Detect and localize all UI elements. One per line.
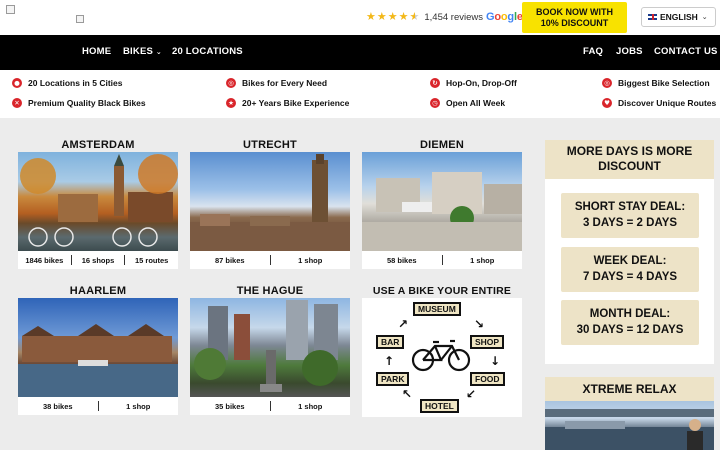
location-stats: 1846 bikes 16 shops 15 routes xyxy=(25,255,169,265)
chevron-down-icon: ⌄ xyxy=(701,13,708,21)
discount-title: MORE DAYS IS MORE DISCOUNT xyxy=(545,140,714,179)
location-stats: 38 bikes 1 shop xyxy=(42,401,151,411)
haarlem-photo xyxy=(18,298,178,397)
feature-item: ★ 20+ Years Bike Experience xyxy=(226,98,349,108)
arrow-icon: ↘ xyxy=(474,317,485,331)
feature-item: ♥ Discover Unique Routes xyxy=(602,98,716,108)
feature-item: ↻ Hop-On, Drop-Off xyxy=(430,78,517,88)
nav-contact[interactable]: CONTACT US xyxy=(654,46,718,57)
diemen-photo xyxy=(362,152,522,251)
google-rating[interactable]: ★ ★ ★ ★ ★ 1,454 reviews Google xyxy=(366,10,523,24)
food-label: FOOD xyxy=(470,372,505,386)
arrow-icon: ↑ xyxy=(384,354,395,368)
star-icon: ★ xyxy=(387,10,398,23)
star-badge-icon: ★ xyxy=(226,98,236,108)
nav-locations[interactable]: 20 LOCATIONS xyxy=(172,46,243,57)
bike-usage-card[interactable]: MUSEUM SHOP FOOD HOTEL PARK BAR ↗ ↘ ↓ ↙ … xyxy=(362,298,522,417)
location-card-diemen[interactable]: 58 bikes 1 shop xyxy=(362,152,522,269)
reviews-count: 1,454 reviews xyxy=(424,11,483,23)
nav-faq[interactable]: FAQ xyxy=(583,46,603,57)
short-stay-deal[interactable]: SHORT STAY DEAL: 3 DAYS = 2 DAYS xyxy=(561,193,699,238)
arrow-icon: ↖ xyxy=(402,387,413,401)
museum-label: MUSEUM xyxy=(413,302,461,316)
location-card-utrecht[interactable]: 87 bikes 1 shop xyxy=(190,152,350,269)
nav-bikes[interactable]: BIKES ⌄ xyxy=(123,46,162,57)
heart-icon: ♥ xyxy=(602,98,612,108)
bike-icon: ◎ xyxy=(226,78,236,88)
bike-selection-icon: ◎ xyxy=(602,78,612,88)
bicycle-icon xyxy=(411,339,471,372)
xtreme-relax-card[interactable]: XTREME RELAX xyxy=(545,377,714,450)
location-card-amsterdam[interactable]: 1846 bikes 16 shops 15 routes xyxy=(18,152,178,269)
tools-icon: ✕ xyxy=(12,98,22,108)
location-stats: 58 bikes 1 shop xyxy=(386,255,495,265)
shop-label: SHOP xyxy=(470,335,505,349)
refresh-icon: ↻ xyxy=(430,78,440,88)
location-card-haarlem[interactable]: 38 bikes 1 shop xyxy=(18,298,178,415)
hotel-label: HOTEL xyxy=(420,399,459,413)
week-deal[interactable]: WEEK DEAL: 7 DAYS = 4 DAYS xyxy=(561,247,699,292)
month-deal[interactable]: MONTH DEAL: 30 DAYS = 12 DAYS xyxy=(561,300,699,345)
arrow-icon: ↙ xyxy=(466,387,477,401)
secondary-logo-image xyxy=(76,15,84,23)
location-title-the-hague[interactable]: THE HAGUE xyxy=(190,285,350,297)
discount-panel: MORE DAYS IS MORE DISCOUNT SHORT STAY DE… xyxy=(545,140,714,364)
main-nav: HOME BIKES ⌄ 20 LOCATIONS FAQ JOBS CONTA… xyxy=(0,35,720,70)
feature-item: ◎ Bikes for Every Need xyxy=(226,78,327,88)
utrecht-photo xyxy=(190,152,350,251)
star-icon: ★ xyxy=(376,10,387,23)
bar-label: BAR xyxy=(376,335,405,349)
half-star-icon: ★ xyxy=(409,10,420,23)
location-title-haarlem[interactable]: HAARLEM xyxy=(18,285,178,297)
star-icon: ★ xyxy=(398,10,409,23)
location-title-amsterdam[interactable]: AMSTERDAM xyxy=(18,139,178,151)
clock-icon: ◷ xyxy=(430,98,440,108)
features-strip: ● 20 Locations in 5 Cities ◎ Bikes for Eve… xyxy=(0,70,720,118)
star-icon: ★ xyxy=(366,10,376,23)
location-title-diemen[interactable]: DIEMEN xyxy=(362,139,522,151)
feature-item: ◷ Open All Week xyxy=(430,98,505,108)
top-bar: ★ ★ ★ ★ ★ 1,454 reviews Google BOOK NOW … xyxy=(0,0,720,35)
xtreme-relax-photo xyxy=(545,401,714,450)
park-label: PARK xyxy=(376,372,410,386)
nav-home[interactable]: HOME xyxy=(82,46,111,57)
location-card-the-hague[interactable]: 35 bikes 1 shop xyxy=(190,298,350,415)
chevron-down-icon: ⌄ xyxy=(155,48,162,56)
location-pin-icon: ● xyxy=(12,78,22,88)
language-selector[interactable]: ENGLISH ⌄ xyxy=(641,7,716,27)
feature-item: ◎ Biggest Bike Selection xyxy=(602,78,710,88)
the-hague-photo xyxy=(190,298,350,397)
google-logo: Google xyxy=(486,11,523,23)
language-label: ENGLISH xyxy=(660,12,698,22)
feature-item: ● 20 Locations in 5 Cities xyxy=(12,78,122,88)
location-stats: 87 bikes 1 shop xyxy=(214,255,323,265)
logo-image[interactable] xyxy=(6,5,15,14)
arrow-icon: ↓ xyxy=(490,354,501,368)
amsterdam-photo xyxy=(18,152,178,251)
book-now-button[interactable]: BOOK NOW WITH 10% DISCOUNT xyxy=(522,2,627,33)
xtreme-relax-title: XTREME RELAX xyxy=(545,377,714,401)
feature-item: ✕ Premium Quality Black Bikes xyxy=(12,98,146,108)
location-stats: 35 bikes 1 shop xyxy=(214,401,323,411)
nav-jobs[interactable]: JOBS xyxy=(616,46,643,57)
arrow-icon: ↗ xyxy=(398,317,409,331)
location-title-utrecht[interactable]: UTRECHT xyxy=(190,139,350,151)
uk-flag-icon xyxy=(648,14,657,20)
